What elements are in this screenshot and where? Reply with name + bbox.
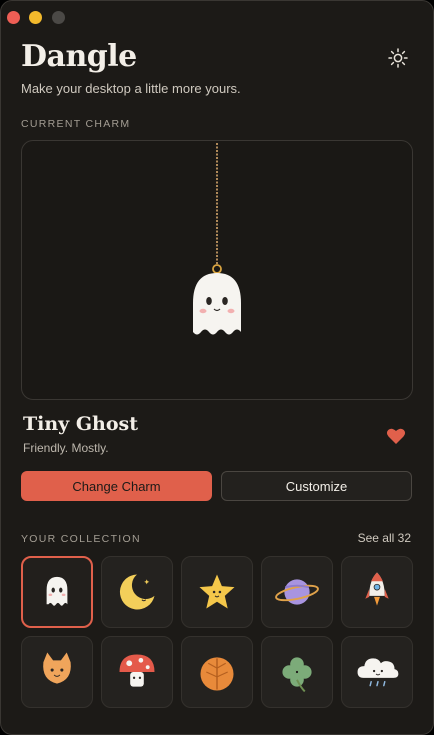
planet-icon <box>275 579 319 605</box>
minimize-window-button[interactable] <box>29 11 42 24</box>
collection-item-rocket[interactable] <box>341 556 413 628</box>
app-subtitle: Make your desktop a little more yours. <box>21 81 241 96</box>
favorite-heart-icon[interactable] <box>386 427 406 445</box>
leaf-icon <box>200 657 234 691</box>
close-window-button[interactable] <box>7 11 20 24</box>
moon-icon <box>119 574 155 610</box>
charm-name: Tiny Ghost <box>23 413 139 435</box>
app-window: Dangle Make your desktop a little more y… <box>0 0 434 735</box>
star-icon <box>199 574 235 609</box>
ghost-icon <box>46 576 68 606</box>
collection-item-star[interactable] <box>181 556 253 628</box>
settings-gear-icon[interactable] <box>387 47 409 69</box>
rocket-icon <box>365 572 389 606</box>
collection-item-cloud[interactable] <box>341 636 413 708</box>
collection-label: YOUR COLLECTION <box>21 533 141 545</box>
app-title: Dangle <box>21 39 137 74</box>
current-charm-label: CURRENT CHARM <box>21 118 131 130</box>
collection-item-clover[interactable] <box>261 636 333 708</box>
collection-item-leaf[interactable] <box>181 636 253 708</box>
charm-preview <box>21 140 413 400</box>
mushroom-icon <box>119 654 155 687</box>
customize-button[interactable]: Customize <box>221 471 412 501</box>
clover-icon <box>282 657 312 693</box>
collection-item-moon[interactable] <box>101 556 173 628</box>
collection-item-planet[interactable] <box>261 556 333 628</box>
cat-icon <box>43 652 71 684</box>
cloud-icon <box>357 658 399 687</box>
charm-description: Friendly. Mostly. <box>23 441 109 455</box>
see-all-link[interactable]: See all 32 <box>358 531 411 545</box>
collection-item-cat[interactable] <box>21 636 93 708</box>
collection-item-ghost[interactable] <box>21 556 93 628</box>
hanging-ghost-preview <box>193 143 241 335</box>
change-charm-button[interactable]: Change Charm <box>21 471 212 501</box>
zoom-window-button[interactable] <box>52 11 65 24</box>
collection-item-mushroom[interactable] <box>101 636 173 708</box>
title-bar <box>1 1 433 35</box>
